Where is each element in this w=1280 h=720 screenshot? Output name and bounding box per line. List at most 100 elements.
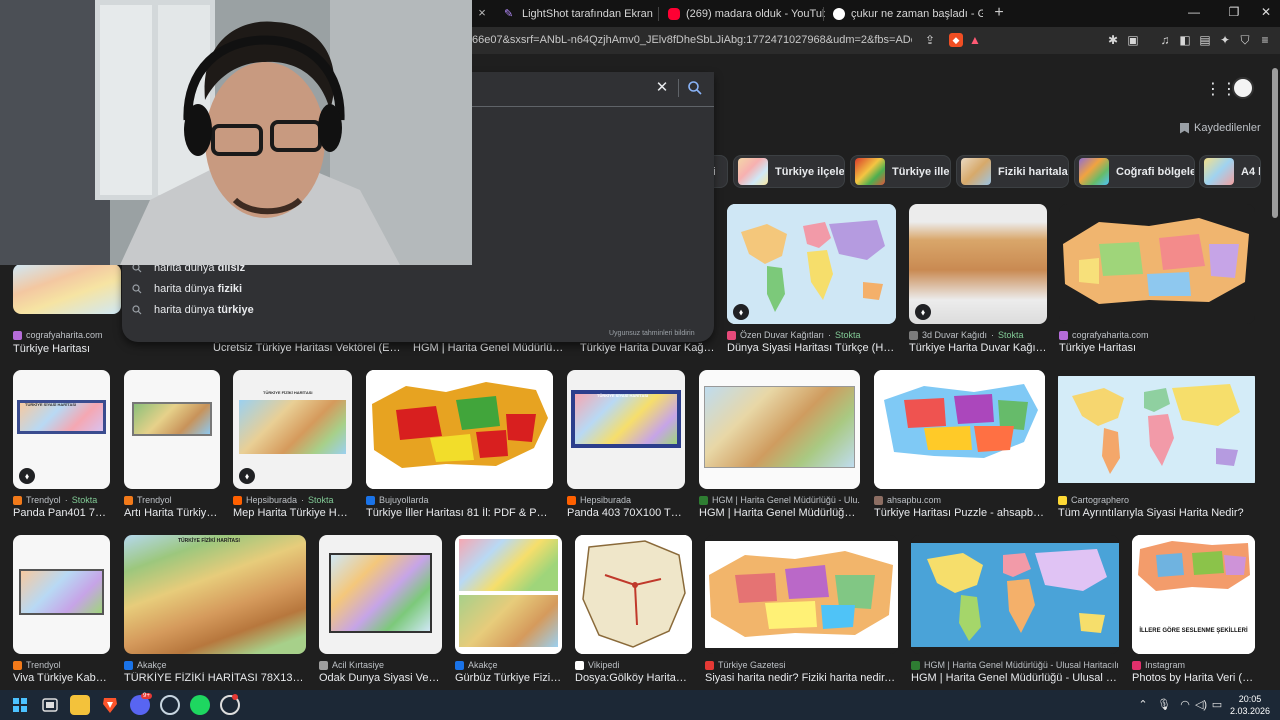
chip-label: A4 h xyxy=(1241,165,1260,178)
chip-label: Fiziki haritalar xyxy=(998,165,1069,178)
search-icon[interactable] xyxy=(687,80,703,96)
leo-ai-icon[interactable]: ✦ xyxy=(1218,33,1232,47)
volume-icon[interactable]: ◁) xyxy=(1194,698,1208,712)
close-window-icon[interactable]: ✕ xyxy=(1258,5,1274,19)
site-favicon xyxy=(124,660,133,670)
result-title: Türkiye Haritası Puzzle - ahsapbu.com xyxy=(874,507,1045,519)
image-result[interactable]: Vikipedi Dosya:Gölköy Haritası... xyxy=(575,535,692,685)
chip-a4[interactable]: A4 h xyxy=(1199,155,1261,188)
saved-label: Kaydedilenler xyxy=(1194,122,1261,134)
result-image xyxy=(455,535,562,654)
clock[interactable]: 20:05 2.03.2026 xyxy=(1224,693,1276,717)
task-view-icon[interactable] xyxy=(40,695,60,715)
image-result[interactable]: Acil Kırtasiye Odak Dunya Siyasi Ve Fi..… xyxy=(319,535,442,685)
image-result[interactable]: TÜRKİYE SİYASİ HARİTASI Hepsiburada Pand… xyxy=(567,370,685,520)
result-image: İLLERE GÖRE SESLENME ŞEKİLLERİ xyxy=(1132,535,1255,654)
shopping-tag-icon: ⬧ xyxy=(19,468,35,484)
wallet-icon[interactable]: ▤ xyxy=(1198,33,1212,47)
suggestion-item[interactable]: harita dünya fiziki xyxy=(132,283,242,295)
site-favicon xyxy=(366,495,375,505)
brave-browser-icon[interactable] xyxy=(100,695,120,715)
saved-button[interactable]: Kaydedilenler xyxy=(1180,122,1261,134)
spotify-icon[interactable] xyxy=(190,695,210,715)
image-result[interactable]: Akakçe Gürbüz Türkiye Fiziki... xyxy=(455,535,562,685)
result-source: ahsapbu.com xyxy=(874,495,1045,505)
close-tab-button[interactable]: × xyxy=(474,5,490,21)
result-source: Hepsiburada xyxy=(567,495,685,505)
result-source: Akakçe xyxy=(455,660,562,670)
result-image xyxy=(13,264,121,314)
image-result[interactable]: ⬧ 3d Duvar Kağıdı · Stokta Türkiye Harita … xyxy=(909,204,1047,354)
webcam-person-image xyxy=(0,0,472,265)
steam-icon[interactable] xyxy=(160,695,180,715)
scrollbar-thumb[interactable] xyxy=(1272,68,1278,218)
file-explorer-icon[interactable] xyxy=(70,695,90,715)
vpn-icon[interactable]: ⛉ xyxy=(1238,33,1252,47)
minimize-icon[interactable]: — xyxy=(1186,5,1202,19)
tab-google-search[interactable]: çukur ne zaman başladı - Google'da Ara xyxy=(825,3,983,25)
site-favicon xyxy=(727,330,736,340)
result-title: Türkiye Harita Duvar Kağıdı,... xyxy=(909,342,1047,354)
result-title: Ücretsiz Türkiye Haritası Vektörel (EPS,… xyxy=(213,342,403,354)
image-result[interactable]: cografyaharita.com Türkiye Haritası xyxy=(1059,204,1255,354)
result-source: Akakçe xyxy=(124,660,306,670)
extensions-icon[interactable]: ✱ xyxy=(1106,33,1120,47)
result-image xyxy=(705,535,898,654)
chip-cografi-bolgeler[interactable]: Coğrafi bölgeler xyxy=(1074,155,1195,188)
image-result[interactable]: ahsapbu.com Türkiye Haritası Puzzle - ah… xyxy=(874,370,1045,520)
maximize-icon[interactable]: ❐ xyxy=(1226,5,1242,19)
google-apps-icon[interactable]: ⋮⋮ xyxy=(1205,81,1237,99)
site-favicon xyxy=(455,660,464,670)
chip-turkiye-iller[interactable]: Türkiye iller xyxy=(850,155,951,188)
tab-title: çukur ne zaman başladı - Google'da Ara xyxy=(851,8,983,20)
site-favicon xyxy=(1058,495,1067,505)
tab-youtube[interactable]: (269) madara olduk - YouTube xyxy=(660,3,825,25)
new-tab-button[interactable]: + xyxy=(990,4,1008,22)
webcam-overlay xyxy=(0,0,472,265)
result-title: TÜRKİYE FİZİKİ HARİTASI 78X135 C... xyxy=(124,672,306,684)
chip-turkiye-ilceler[interactable]: Türkiye ilçeler xyxy=(733,155,845,188)
image-result[interactable]: TÜRKİYE FİZİKİ HARİTASI Akakçe TÜRKİYE F… xyxy=(124,535,306,685)
result-title: HGM | Harita Genel Müdürlüğü - ... xyxy=(699,507,860,519)
page-scrollbar[interactable] xyxy=(1270,54,1280,690)
image-result[interactable]: Cartographero Tüm Ayrıntılarıyla Siyasi … xyxy=(1058,370,1255,520)
brave-shields-icon[interactable]: ◆ xyxy=(949,33,963,47)
search-icon xyxy=(132,305,142,315)
image-result[interactable]: Türkiye Gazetesi Siyasi harita nedir? Fi… xyxy=(705,535,898,685)
result-title: Odak Dunya Siyasi Ve Fi... xyxy=(319,672,442,684)
screenshot-icon[interactable]: ▣ xyxy=(1126,33,1140,47)
share-icon[interactable]: ⇪ xyxy=(923,33,937,47)
chevron-up-icon[interactable]: ⌃ xyxy=(1136,698,1150,712)
avatar[interactable] xyxy=(1232,77,1254,99)
result-source: Trendyol · Stokta xyxy=(13,495,110,505)
image-result[interactable]: HGM | Harita Genel Müdürlüğü - Ulusal Ha… xyxy=(911,535,1119,685)
chip-thumbnail xyxy=(961,158,991,185)
youtube-icon xyxy=(668,8,680,20)
image-result[interactable]: ⬧ Özen Duvar Kağıtları · Stokta Dünya Siya… xyxy=(727,204,896,354)
report-predictions-link[interactable]: Uygunsuz tahminleri bildirin xyxy=(609,330,695,337)
start-icon[interactable] xyxy=(10,695,30,715)
clear-search-icon[interactable]: ✕ xyxy=(654,80,670,96)
chip-fiziki-haritalar[interactable]: Fiziki haritalar xyxy=(956,155,1069,188)
image-result[interactable]: Bujuyollarda Türkiye İller Haritası 81 İ… xyxy=(366,370,553,520)
image-result[interactable]: TÜRKİYE FİZİKİ HARİTASI ⬧ Hepsiburada · St… xyxy=(233,370,352,520)
image-result[interactable]: HGM | Harita Genel Müdürlüğü - Ulu... HG… xyxy=(699,370,860,520)
chip-label: Türkiye ilçeler xyxy=(775,165,845,178)
result-title: Türkiye Haritası xyxy=(13,343,91,355)
microphone-icon[interactable]: 🎙 xyxy=(1157,698,1171,712)
wifi-icon[interactable]: ◠ xyxy=(1178,698,1192,712)
sidebar-icon[interactable]: ◧ xyxy=(1178,33,1192,47)
result-title: Mep Harita Türkiye Hari... xyxy=(233,507,352,519)
suggestion-item[interactable]: harita dünya türkiye xyxy=(132,304,254,316)
address-bar[interactable]: 66e07&sxsrf=ANbL-n64QzjhAmv0_JElv8fDheSb… xyxy=(472,31,912,50)
menu-icon[interactable]: ≡ xyxy=(1258,33,1272,47)
brave-rewards-icon[interactable]: ▲ xyxy=(968,33,982,47)
media-icon[interactable]: ♫ xyxy=(1158,33,1172,47)
tab-lightshot[interactable]: ✎ LightShot tarafından Ekran Görüntüsü xyxy=(496,3,656,25)
image-result[interactable]: TÜRKİYE SİYASİ HARİTASI ⬧ Trendyol · Stokt… xyxy=(13,370,110,520)
result-image xyxy=(1059,204,1255,324)
image-result[interactable]: Trendyol Artı Harita Türkiye ... xyxy=(124,370,220,520)
image-result[interactable]: Trendyol Viva Türkiye Kabar... xyxy=(13,535,110,685)
battery-icon[interactable]: ▭ xyxy=(1210,698,1224,712)
image-result[interactable]: İLLERE GÖRE SESLENME ŞEKİLLERİ Instagram… xyxy=(1132,535,1255,685)
